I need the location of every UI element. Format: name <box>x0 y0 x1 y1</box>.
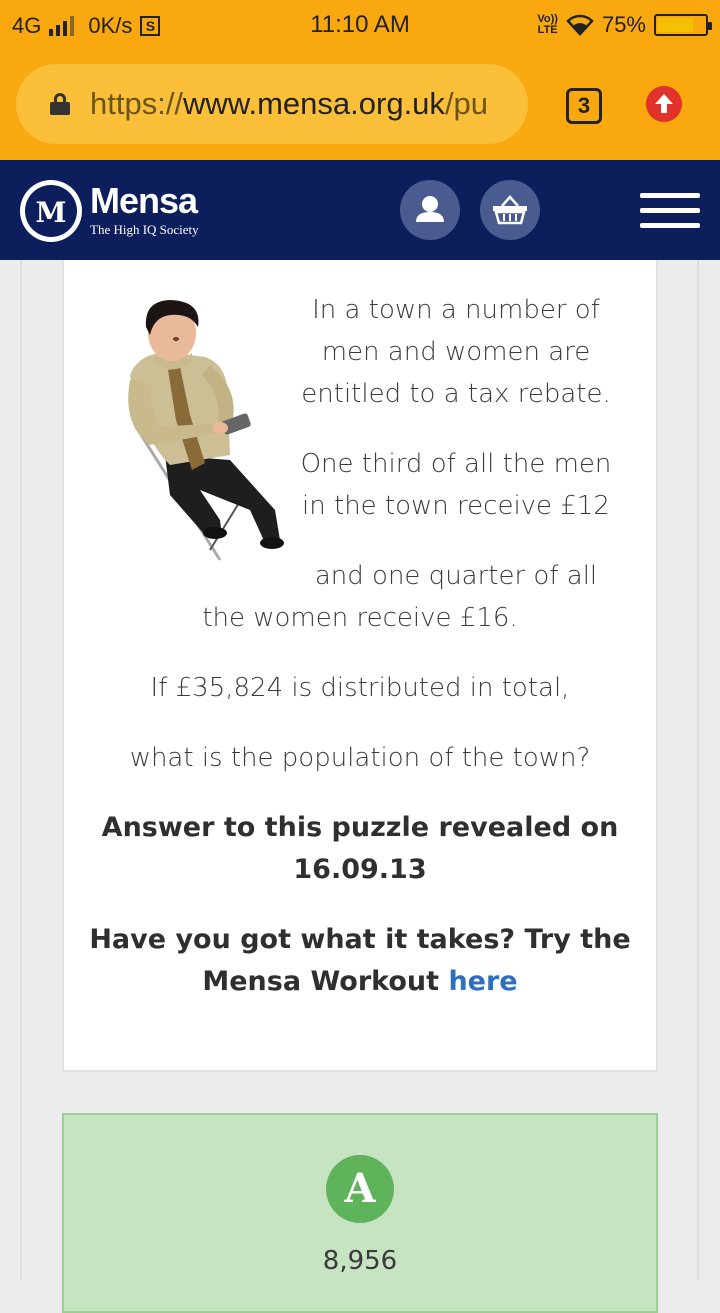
puzzle-question: what is the population of the town? <box>129 743 591 773</box>
puzzle-text-line-2: men and women are <box>321 337 591 367</box>
battery-percent: 75% <box>601 12 646 37</box>
workout-link[interactable]: here <box>448 966 517 997</box>
mensa-logo-icon[interactable]: M <box>20 180 82 242</box>
basket-icon <box>493 195 527 225</box>
brand[interactable]: Mensa The High IQ Society <box>90 182 199 238</box>
puzzle-text-line-7: the women receive £16. <box>202 603 518 633</box>
puzzle-text-line-4: One third of all the men <box>300 449 612 479</box>
tab-switcher-button[interactable]: 3 <box>566 88 602 124</box>
reveal-date: 16.09.13 <box>293 854 427 885</box>
browser-toolbar: https://www.mensa.org.uk/pu 3 <box>0 50 720 160</box>
reveal-notice: Answer to this puzzle revealed on 16.09.… <box>64 807 656 891</box>
wifi-icon <box>566 14 594 36</box>
volte-icon: Vo)) LTE <box>537 13 558 36</box>
lock-icon <box>50 93 70 115</box>
hamburger-menu-icon[interactable] <box>640 193 700 233</box>
puzzle-text-line-6: and one quarter of all <box>314 561 598 591</box>
url-text[interactable]: https://www.mensa.org.uk/pu <box>90 86 488 122</box>
cta-text-1: Have you got what it takes? Try the <box>89 924 631 955</box>
site-header: M Mensa The High IQ Society <box>0 160 720 260</box>
cta-text-2: Mensa Workout <box>202 966 449 997</box>
answer-badge: A <box>326 1155 394 1223</box>
puzzle-text-line-3: entitled to a tax rebate. <box>301 379 611 409</box>
user-icon <box>416 196 444 222</box>
account-button[interactable] <box>400 180 460 240</box>
status-bar: 4G 0K/s S 11:10 AM Vo)) LTE 75% <box>0 0 720 50</box>
url-scheme: https:// <box>90 86 184 121</box>
arrow-up-icon[interactable] <box>646 86 682 122</box>
workout-cta: Have you got what it takes? Try the Mens… <box>64 919 656 1003</box>
reveal-text: Answer to this puzzle revealed on <box>101 812 619 843</box>
brand-name: Mensa <box>90 180 198 221</box>
puzzle-text-line-8: If £35,824 is distributed in total, <box>150 673 570 703</box>
basket-button[interactable] <box>480 180 540 240</box>
puzzle-text-line-5: in the town receive £12 <box>302 491 610 521</box>
battery-icon <box>654 14 712 36</box>
url-path: /pu <box>444 86 489 121</box>
puzzle-text-line-1: In a town a number of <box>312 295 600 325</box>
battery-fill <box>658 18 693 32</box>
arrow-up-glyph <box>655 94 673 113</box>
url-host: www.mensa.org.uk <box>183 86 445 121</box>
brand-tagline: The High IQ Society <box>90 222 199 237</box>
answer-value: 8,956 <box>322 1246 398 1276</box>
man-with-phone-illustration <box>128 300 284 561</box>
address-bar[interactable]: https://www.mensa.org.uk/pu <box>16 64 528 144</box>
